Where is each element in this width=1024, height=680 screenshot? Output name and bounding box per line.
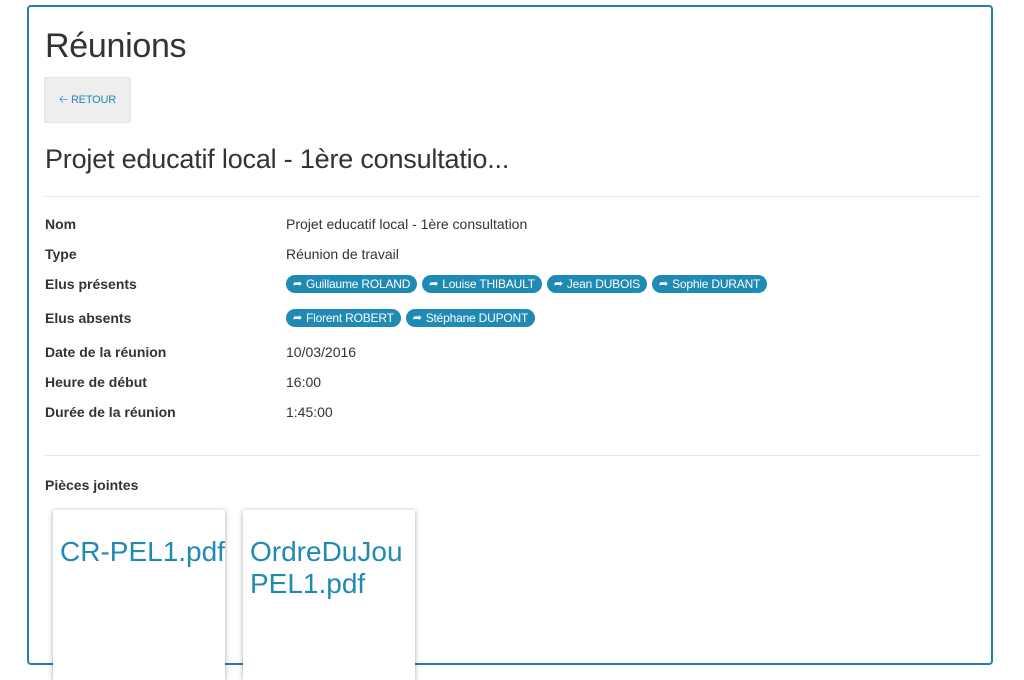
detail-label-nom: Nom (45, 216, 77, 232)
elu-name: Florent ROBERT (306, 311, 394, 325)
detail-row-elus-presents: Elus présents ➦ Guillaume ROLAND ➦ Louise … (45, 275, 980, 310)
detail-value-date: 10/03/2016 (286, 344, 357, 360)
detail-value-nom: Projet educatif local - 1ère consultatio… (286, 216, 528, 232)
share-icon: ➦ (429, 277, 439, 290)
meeting-panel: Réunions 🡠 Retour Projet educatif local … (27, 5, 993, 680)
back-button[interactable]: 🡠 Retour (44, 77, 131, 123)
elus-absents-list: ➦ Florent ROBERT ➦ Stéphane DUPONT (286, 309, 536, 327)
attachment-card[interactable]: CR-PEL1.pdf (53, 510, 225, 680)
detail-row-elus-absents: Elus absents ➦ Florent ROBERT ➦ Stéphane D… (45, 309, 980, 344)
elus-presents-list: ➦ Guillaume ROLAND ➦ Louise THIBAULT ➦ Jean… (286, 275, 768, 293)
detail-label-duree: Durée de la réunion (45, 404, 176, 420)
elu-tag[interactable]: ➦ Stéphane DUPONT (405, 309, 536, 327)
detail-row-nom: Nom Projet educatif local - 1ère consult… (45, 216, 980, 246)
share-icon: ➦ (293, 277, 303, 290)
arrow-left-icon: 🡠 (59, 93, 68, 106)
elu-name: Guillaume ROLAND (306, 277, 411, 291)
attachments-heading: Pièces jointes (45, 477, 139, 493)
elu-tag[interactable]: ➦ Guillaume ROLAND (286, 275, 418, 293)
attachment-name: OrdreDuJou PEL1.pdf (250, 536, 403, 599)
divider (45, 196, 980, 197)
elu-name: Sophie DURANT (672, 277, 761, 291)
share-icon: ➦ (553, 277, 563, 290)
divider (45, 455, 980, 456)
detail-row-duree: Durée de la réunion 1:45:00 (45, 404, 980, 434)
back-button-label: Retour (70, 94, 116, 106)
detail-label-heure: Heure de début (45, 374, 147, 390)
detail-row-date: Date de la réunion 10/03/2016 (45, 344, 980, 374)
elu-tag[interactable]: ➦ Jean DUBOIS (546, 275, 648, 293)
meeting-details: Nom Projet educatif local - 1ère consult… (45, 216, 980, 434)
detail-label-date: Date de la réunion (45, 344, 167, 360)
elu-tag[interactable]: ➦ Louise THIBAULT (422, 275, 542, 293)
attachment-name: CR-PEL1.pdf (60, 536, 225, 567)
detail-label-elus-presents: Elus présents (45, 276, 137, 292)
elu-name: Jean DUBOIS (566, 277, 641, 291)
detail-row-type: Type Réunion de travail (45, 246, 980, 276)
elu-name: Stéphane DUPONT (425, 311, 529, 325)
detail-row-heure: Heure de début 16:00 (45, 374, 980, 404)
detail-label-type: Type (45, 246, 77, 262)
meeting-title: Projet educatif local - 1ère consultatio… (45, 144, 510, 174)
attachment-card[interactable]: OrdreDuJou PEL1.pdf (243, 510, 415, 680)
share-icon: ➦ (412, 311, 422, 324)
detail-value-duree: 1:45:00 (286, 404, 333, 420)
elu-tag[interactable]: ➦ Sophie DURANT (652, 275, 768, 293)
page-title: Réunions (45, 27, 187, 65)
detail-label-elus-absents: Elus absents (45, 310, 132, 326)
detail-value-type: Réunion de travail (286, 246, 399, 262)
elu-name: Louise THIBAULT (442, 277, 535, 291)
share-icon: ➦ (659, 277, 669, 290)
detail-value-heure: 16:00 (286, 374, 322, 390)
elu-tag[interactable]: ➦ Florent ROBERT (286, 309, 401, 327)
share-icon: ➦ (293, 311, 303, 324)
